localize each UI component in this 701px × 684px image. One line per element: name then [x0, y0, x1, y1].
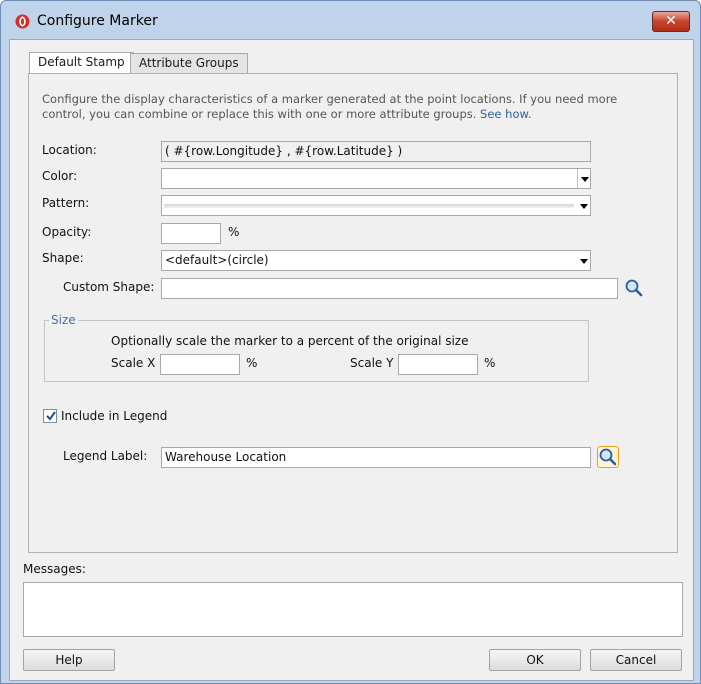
oracle-app-icon [15, 14, 30, 29]
pattern-combobox[interactable] [161, 195, 591, 216]
scale-x-unit: % [246, 356, 258, 370]
tab-default-stamp[interactable]: Default Stamp [29, 52, 134, 74]
chevron-down-icon[interactable] [577, 169, 590, 188]
scale-y-label: Scale Y [350, 356, 394, 370]
color-combobox[interactable] [161, 168, 591, 189]
ok-button[interactable]: OK [489, 649, 581, 671]
close-button[interactable]: ✕ [652, 11, 690, 32]
description: Configure the display characteristics of… [42, 92, 662, 122]
legend-label-browse-button[interactable] [597, 446, 619, 468]
checkmark-icon [46, 411, 56, 421]
configure-marker-dialog: Configure Marker ✕ Default Stamp Attribu… [0, 0, 701, 684]
search-icon [625, 279, 643, 297]
title-bar[interactable]: Configure Marker ✕ [1, 1, 700, 39]
include-in-legend-checkbox[interactable] [43, 409, 57, 423]
opacity-label: Opacity: [42, 225, 92, 239]
scale-y-unit: % [484, 356, 496, 370]
opacity-unit: % [228, 225, 240, 239]
dialog-body: Default Stamp Attribute Groups Configure… [9, 39, 694, 681]
size-group: Size Optionally scale the marker to a pe… [44, 313, 589, 382]
scale-x-input[interactable] [160, 354, 240, 375]
chevron-down-icon[interactable] [577, 196, 590, 215]
messages-label: Messages: [23, 562, 86, 576]
help-button[interactable]: Help [23, 649, 115, 671]
scale-y-input[interactable] [398, 354, 478, 375]
pattern-swatch [164, 204, 574, 208]
custom-shape-label: Custom Shape: [63, 280, 155, 294]
opacity-input[interactable] [161, 223, 221, 244]
location-field[interactable]: ( #{row.Longitude} , #{row.Latitude} ) [161, 141, 591, 162]
see-how-link[interactable]: See how. [480, 107, 531, 121]
legend-label-label: Legend Label: [63, 449, 148, 463]
messages-area[interactable] [23, 582, 683, 637]
close-icon: ✕ [665, 13, 677, 29]
size-group-title: Size [49, 313, 78, 327]
search-icon [599, 448, 617, 466]
custom-shape-browse-button[interactable] [623, 277, 645, 299]
size-hint: Optionally scale the marker to a percent… [111, 334, 469, 348]
default-stamp-panel: Configure the display characteristics of… [28, 73, 678, 553]
shape-value: <default>(circle) [165, 253, 269, 267]
custom-shape-input[interactable] [161, 278, 618, 299]
color-label: Color: [42, 169, 78, 183]
window-title: Configure Marker [37, 13, 158, 29]
location-label: Location: [42, 143, 97, 157]
cancel-button[interactable]: Cancel [590, 649, 682, 671]
shape-combobox[interactable]: <default>(circle) [161, 250, 591, 271]
include-in-legend-label[interactable]: Include in Legend [61, 409, 167, 423]
chevron-down-icon[interactable] [577, 251, 590, 270]
tab-attribute-groups[interactable]: Attribute Groups [130, 53, 248, 73]
shape-label: Shape: [42, 251, 84, 265]
pattern-label: Pattern: [42, 196, 90, 210]
legend-label-input[interactable]: Warehouse Location [161, 447, 591, 468]
scale-x-label: Scale X [111, 356, 156, 370]
